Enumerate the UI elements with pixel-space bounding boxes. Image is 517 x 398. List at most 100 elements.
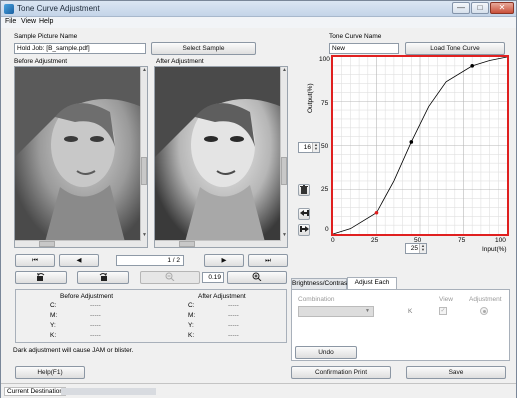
row-label-c: C: [50,302,57,309]
view-checkbox[interactable]: ✓ [439,307,447,315]
tone-curve-plot[interactable] [332,56,508,235]
page-indicator[interactable]: 1 / 2 [116,255,184,266]
row-label-m: M: [50,312,58,319]
row-after-c: ----- [228,302,239,309]
after-vscroll-thumb[interactable] [281,157,287,185]
after-horizontal-scrollbar[interactable] [155,240,281,247]
maximize-button[interactable]: □ [471,2,489,14]
combination-dropdown[interactable]: ▼ [298,306,374,317]
control-point[interactable] [409,140,414,144]
zoom-value-field[interactable]: 0.19 [202,272,224,283]
tone-curve-name-label: Tone Curve Name [329,33,382,40]
before-hscroll-thumb[interactable] [39,241,55,247]
after-hscroll-thumb[interactable] [179,241,195,247]
radio-dot-icon [483,310,486,313]
chevron-down-icon: ▼ [365,308,370,314]
before-horizontal-scrollbar[interactable] [15,240,141,247]
row-after-k: ----- [228,332,239,339]
rotate-right-icon [99,273,107,281]
row-label-k: K: [50,332,57,339]
scroll-down-icon[interactable]: ▼ [142,233,147,238]
help-button[interactable]: Help(F1) [15,366,85,379]
row-label-c-after: C: [188,302,195,309]
control-points[interactable] [374,64,474,215]
rotate-left-icon [37,273,45,281]
row-after-y: ----- [228,322,239,329]
after-adjustment-label: After Adjustment [156,58,204,65]
control-point[interactable] [470,64,474,68]
status-bar: Current Destination [1,383,516,398]
x-tick-75: 75 [458,237,466,244]
before-image-view[interactable]: ▲ ▼ [14,66,148,248]
window-title: Tone Curve Adjustment [17,4,100,13]
after-vertical-scrollbar[interactable]: ▲ ▼ [280,67,287,247]
tab-brightness-contrast[interactable]: Brightness/Contrast [291,278,349,289]
adjust-each-color-panel: Combination View Adjustment ▼ K ✓ Undo [291,289,510,361]
zoom-in-icon [252,272,262,282]
next-page-button[interactable]: ▶ [204,254,244,267]
first-page-button[interactable]: ⏮ [15,254,55,267]
arrow-left-point-icon [299,210,309,216]
rotate-left-button[interactable] [15,271,67,284]
rotate-right-button[interactable] [77,271,129,284]
page-separator: / [172,257,175,264]
output-spinner[interactable]: 16 ▲ ▼ [298,142,320,153]
arrow-right-point-icon [299,226,309,232]
tone-curve-window: Tone Curve Adjustment — □ ✕ File View He… [0,0,517,398]
trash-icon [300,185,308,194]
last-page-button[interactable]: ⏭ [248,254,288,267]
table-after-header: After Adjustment [198,293,246,300]
menu-help[interactable]: Help [39,18,53,25]
page-current: 1 [167,257,171,264]
x-tick-25: 25 [371,237,379,244]
tone-curve-graph[interactable] [331,55,509,236]
sample-picture-field[interactable]: Hold Job: [B_sample.pdf] [14,43,146,54]
scroll-down-icon[interactable]: ▼ [282,233,287,238]
scroll-up-icon[interactable]: ▲ [282,68,287,73]
select-sample-button[interactable]: Select Sample [151,42,256,55]
menu-bar: File View Help [1,17,516,28]
output-spin-arrows-icon[interactable]: ▲ ▼ [312,143,319,152]
input-spin-arrows-icon[interactable]: ▲ ▼ [419,244,426,253]
load-tone-curve-button[interactable]: Load Tone Curve [405,42,505,55]
selected-control-point[interactable] [374,210,379,215]
row-label-y: Y: [50,322,56,329]
x-tick-100: 100 [495,237,506,244]
y-tick-50: 50 [321,143,329,150]
row-label-y-after: Y: [188,322,194,329]
before-vertical-scrollbar[interactable]: ▲ ▼ [140,67,147,247]
move-point-right-button[interactable] [298,224,310,236]
menu-view[interactable]: View [21,18,36,25]
confirmation-print-button[interactable]: Confirmation Print [291,366,391,379]
close-button[interactable]: ✕ [490,2,514,14]
scroll-up-icon[interactable]: ▲ [142,68,147,73]
app-icon [4,4,14,14]
tone-curve-name-field[interactable]: New [329,43,399,54]
before-vscroll-thumb[interactable] [141,157,147,185]
table-before-header: Before Adjustment [60,293,114,300]
before-adjustment-label: Before Adjustment [14,58,68,65]
graph-y-label: Output(%) [307,83,314,113]
row-before-k: ----- [90,332,101,339]
prev-page-button[interactable]: ◀ [59,254,99,267]
title-bar: Tone Curve Adjustment — □ ✕ [1,1,516,17]
zoom-out-button[interactable] [140,271,200,284]
zoom-in-button[interactable] [227,271,287,284]
first-page-icon: ⏮ [32,257,38,264]
graph-x-label: Input(%) [482,246,507,253]
menu-file[interactable]: File [5,18,16,25]
output-value: 16 [303,144,311,151]
save-button[interactable]: Save [406,366,506,379]
undo-button[interactable]: Undo [295,346,357,359]
move-point-left-button[interactable] [298,208,310,220]
minimize-button[interactable]: — [452,2,470,14]
y-tick-25: 25 [321,186,329,193]
input-spinner[interactable]: 25 ▲ ▼ [405,243,427,254]
delete-point-button[interactable] [298,184,310,196]
after-image-view[interactable]: ▲ ▼ [154,66,288,248]
after-portrait-image [155,67,282,242]
tab-adjust-each-color[interactable]: Adjust Each Color [347,277,397,296]
adjustment-radio[interactable] [480,307,488,315]
row-before-m: ----- [90,312,101,319]
next-page-icon: ▶ [221,257,227,264]
